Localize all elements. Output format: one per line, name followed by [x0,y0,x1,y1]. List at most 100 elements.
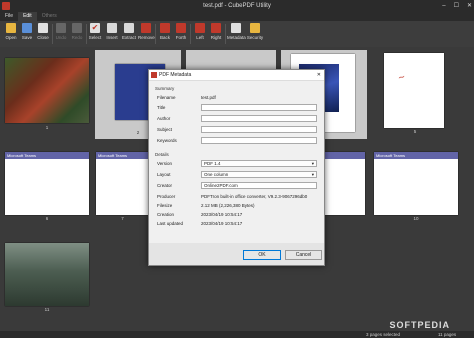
page-image: Microsoft Teams [374,152,458,215]
page-thumbnail[interactable]: 1 [4,57,90,133]
ok-button[interactable]: OK [243,250,281,260]
page-count-status: 11 pages [438,332,457,337]
version-select[interactable]: PDF 1.4 ▾ [201,160,317,167]
filename-value: test.pdf [201,95,216,100]
keywords-label: Keywords [157,138,177,143]
page-number: 1 [45,125,49,130]
open-folder-icon [6,23,16,33]
creator-field[interactable]: Online2PDF.com [201,182,317,189]
menu-file[interactable]: File [0,12,18,21]
chevron-down-icon: ▾ [311,172,314,177]
teams-header: Microsoft Teams [5,152,89,159]
toolbar-separator [155,24,156,44]
status-bar: 3 pages selected 11 pages [0,331,474,338]
page-number: 5 [413,129,417,134]
author-field[interactable] [201,115,317,122]
toolbar: Open Save Close Undo Redo ✔ Select Insert… [0,21,474,47]
version-label: Version [157,161,173,166]
details-heading: Details [155,152,169,157]
select-button[interactable]: ✔ Select [87,23,103,40]
title-label: Title [157,105,166,110]
pdf-metadata-dialog: PDF Metadata ✕ Summary Filename test.pdf… [148,69,325,266]
creation-value: 2023/04/19 10:54:17 [201,212,243,217]
chevron-down-icon: ▾ [311,161,314,166]
minimize-icon[interactable]: – [442,0,445,12]
page-thumbnail[interactable]: Microsoft Teams 6 [4,151,90,223]
toolbar-separator [190,24,191,44]
page-image [5,243,89,306]
dialog-title: PDF Metadata [159,72,192,78]
filename-label: Filename [157,95,176,100]
last-updated-value: 2023/04/19 10:54:17 [201,221,243,226]
teams-header: Microsoft Teams [374,152,458,159]
handwriting-graphic: ~ [396,72,407,84]
redo-button[interactable]: Redo [69,23,85,40]
page-thumbnail[interactable]: Microsoft Teams 10 [373,151,459,223]
maximize-icon[interactable]: ☐ [454,0,459,12]
window-controls: – ☐ ✕ [442,0,472,12]
page-thumbnail[interactable]: ~ 5 [384,53,446,134]
select-check-icon: ✔ [90,23,100,33]
page-number: 11 [44,307,50,312]
rotate-left-icon [195,23,205,33]
security-lock-icon [250,23,260,33]
page-image: ~ [384,53,444,128]
security-button[interactable]: Security [246,23,264,40]
window-title: test.pdf - CubePDF Utility [203,3,271,9]
menu-edit[interactable]: Edit [18,12,37,21]
teams-header: Microsoft Teams [96,152,149,159]
subject-label: Subject [157,127,173,132]
page-image: Microsoft Teams [5,152,89,215]
menu-bar: File Edit Others [0,12,474,21]
rotate-right-icon [211,23,221,33]
close-button[interactable]: Close [35,23,51,40]
page-number: 6 [45,216,49,221]
rotate-right-button[interactable]: Right [208,23,224,40]
undo-icon [56,23,66,33]
page-thumbnail[interactable]: Microsoft Teams 7 [95,151,150,223]
page-thumbnail[interactable]: 11 [4,242,90,314]
filesize-label: Filesize [157,203,173,208]
page-image [325,152,365,215]
extract-icon [124,23,134,33]
page-number: 10 [413,216,419,221]
insert-icon [107,23,117,33]
close-window-icon[interactable]: ✕ [467,0,472,12]
watermark: SOFTPEDIA [389,320,450,330]
save-button[interactable]: Save [19,23,35,40]
move-back-icon [160,23,170,33]
back-button[interactable]: Back [157,23,173,40]
extract-button[interactable]: Extract [121,23,137,40]
subject-field[interactable] [201,126,317,133]
redo-icon [72,23,82,33]
undo-button[interactable]: Undo [53,23,69,40]
title-bar: test.pdf - CubePDF Utility – ☐ ✕ [0,0,474,12]
rotate-left-button[interactable]: Left [192,23,208,40]
filesize-value: 2.12 MB (2,226,380 Bytes) [201,203,255,208]
cancel-button[interactable]: Cancel [285,250,322,260]
selection-status: 3 pages selected [366,332,401,337]
title-field[interactable] [201,104,317,111]
creation-label: Creation [157,212,175,217]
menu-others[interactable]: Others [37,12,62,21]
page-image: Microsoft Teams [96,152,149,215]
forth-button[interactable]: Forth [173,23,189,40]
author-label: Author [157,116,171,121]
page-thumbnail[interactable] [325,151,365,223]
last-updated-label: Last updated [157,221,184,226]
teams-header [325,152,365,159]
toolbar-separator [225,24,226,44]
layout-label: Layout [157,172,171,177]
move-forth-icon [176,23,186,33]
layout-select[interactable]: One column ▾ [201,171,317,178]
dialog-close-icon[interactable]: ✕ [317,70,321,80]
keywords-field[interactable] [201,137,317,144]
remove-button[interactable]: Remove [138,23,155,40]
page-number: 7 [121,216,124,221]
metadata-button[interactable]: Metadata [227,23,246,40]
insert-button[interactable]: Insert [104,23,120,40]
dialog-title-bar: PDF Metadata ✕ [149,70,324,81]
close-document-icon [38,23,48,33]
open-button[interactable]: Open [3,23,19,40]
remove-icon [141,23,151,33]
